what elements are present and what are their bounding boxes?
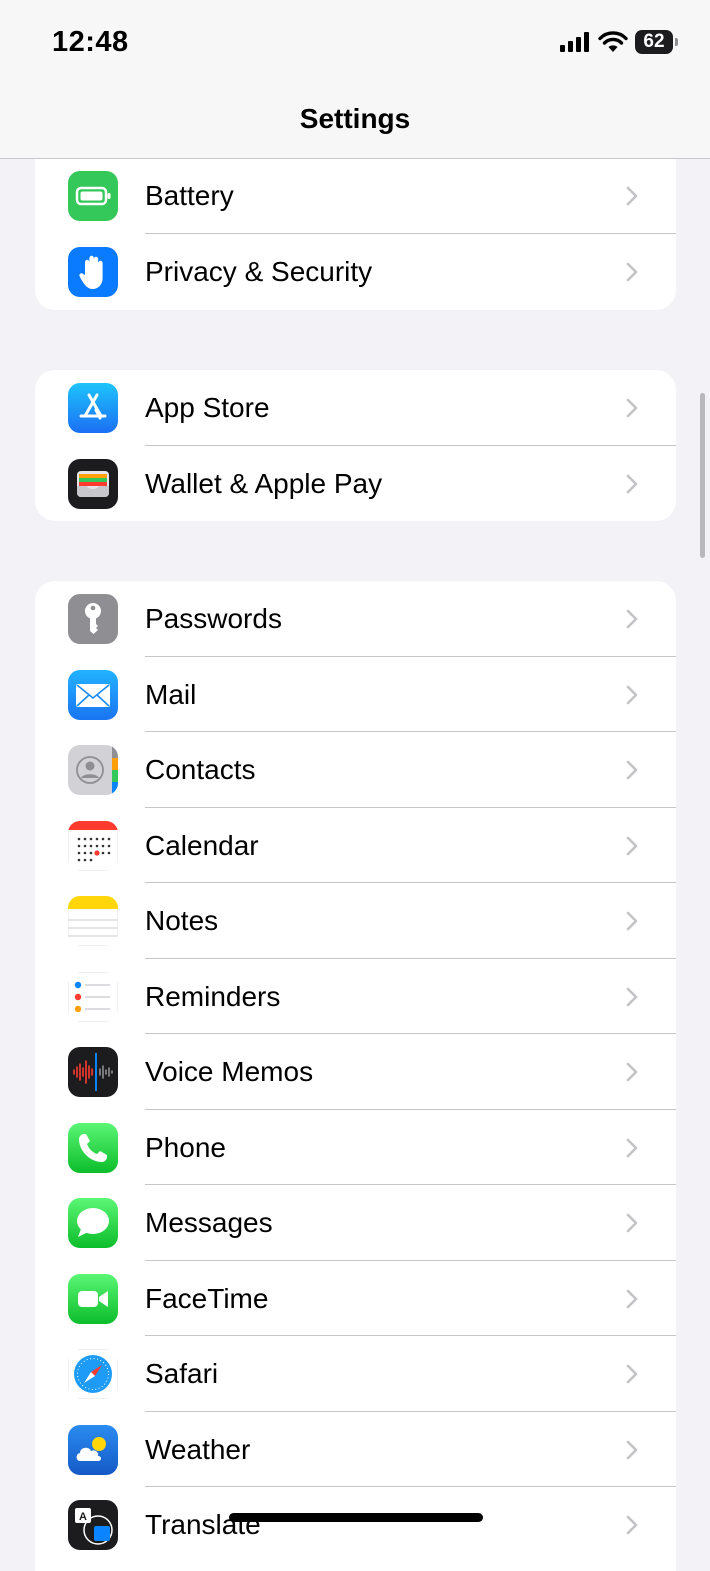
chevron-right-icon: [626, 987, 638, 1006]
key-icon: [68, 594, 118, 644]
settings-row-notes[interactable]: Notes: [35, 883, 676, 959]
chevron-right-icon: [626, 398, 638, 418]
weather-icon: [68, 1424, 118, 1475]
phone-icon: [68, 1122, 118, 1173]
status-time: 12:48: [52, 26, 129, 58]
svg-text:A: A: [79, 1511, 87, 1523]
chevron-right-icon: [626, 1289, 638, 1308]
chevron-right-icon: [626, 1440, 638, 1459]
reminders-icon: [68, 971, 118, 1022]
settings-row-phone[interactable]: Phone: [35, 1110, 676, 1185]
messages-icon: [68, 1198, 118, 1248]
chevron-right-icon: [626, 1213, 638, 1233]
settings-row-messages[interactable]: Messages: [35, 1185, 676, 1261]
settings-row-facetime[interactable]: FaceTime: [35, 1261, 676, 1336]
chevron-right-icon: [626, 609, 638, 629]
chevron-right-icon: [626, 1364, 638, 1384]
mail-icon: [68, 669, 118, 720]
scroll-indicator[interactable]: [700, 393, 705, 558]
settings-row-voice-memos[interactable]: Voice Memos: [35, 1034, 676, 1110]
wallet-icon: [68, 458, 118, 509]
top-bar: 12:48 62 Settings: [0, 0, 710, 159]
settings-row-label: Phone: [145, 1131, 226, 1163]
settings-row-label: App Store: [145, 392, 270, 423]
calendar-icon: [68, 820, 118, 871]
chevron-right-icon: [626, 911, 638, 931]
settings-row-reminders[interactable]: Reminders: [35, 959, 676, 1034]
settings-row-contacts[interactable]: Contacts: [35, 732, 676, 808]
settings-row-label: Weather: [145, 1433, 251, 1465]
chevron-right-icon: [626, 1062, 638, 1082]
chevron-right-icon: [626, 760, 638, 780]
battery-level: 62: [635, 30, 673, 54]
settings-row-wallet[interactable]: Wallet & Apple Pay: [35, 446, 676, 522]
translate-icon: A: [68, 1500, 118, 1550]
settings-row-label: Calendar: [145, 829, 259, 861]
settings-row-translate[interactable]: A Translate: [35, 1487, 676, 1563]
settings-row-label: Passwords: [145, 603, 282, 634]
notes-icon: [68, 896, 118, 946]
settings-row-label: Wallet & Apple Pay: [145, 467, 383, 499]
settings-row-mail[interactable]: Mail: [35, 657, 676, 732]
settings-row-safari[interactable]: Safari: [35, 1336, 676, 1412]
settings-row-app-store[interactable]: App Store: [35, 370, 676, 446]
chevron-right-icon: [626, 1515, 638, 1535]
settings-row-label: Messages: [145, 1207, 273, 1238]
safari-icon: [68, 1349, 118, 1399]
settings-row-calendar[interactable]: Calendar: [35, 808, 676, 883]
chevron-right-icon: [626, 186, 638, 206]
cellular-signal-icon: [560, 32, 589, 52]
chevron-right-icon: [626, 1138, 638, 1157]
settings-row-label: Mail: [145, 678, 197, 710]
page-title: Settings: [299, 103, 411, 134]
voice-memos-icon: [68, 1047, 118, 1097]
settings-row-label: Notes: [145, 905, 219, 936]
settings-row-label: Privacy & Security: [145, 255, 373, 287]
contacts-icon: [68, 745, 118, 795]
battery-icon: [68, 171, 118, 221]
settings-row-label: Battery: [145, 180, 234, 211]
chevron-right-icon: [626, 685, 638, 704]
chevron-right-icon: [626, 474, 638, 493]
settings-row-label: Contacts: [145, 754, 256, 785]
battery-status-icon: 62: [635, 30, 679, 54]
settings-row-battery[interactable]: Battery: [35, 158, 676, 234]
settings-row-weather[interactable]: Weather: [35, 1412, 676, 1487]
home-indicator[interactable]: [229, 1513, 483, 1522]
hand-icon: [68, 246, 118, 297]
chevron-right-icon: [626, 262, 638, 281]
settings-group-store: App Store Wallet & Apple Pay: [35, 370, 676, 521]
settings-row-label: Reminders: [145, 980, 281, 1012]
settings-group-device: Battery Privacy & Security: [35, 158, 676, 310]
settings-row-passwords[interactable]: Passwords: [35, 581, 676, 657]
settings-row-label: Safari: [145, 1358, 219, 1389]
wifi-icon: [598, 31, 628, 52]
settings-row-label: FaceTime: [145, 1282, 269, 1314]
app-store-icon: [68, 383, 118, 433]
facetime-icon: [68, 1273, 118, 1324]
settings-row-label: Voice Memos: [145, 1056, 314, 1087]
settings-group-apps: Passwords Mail Contacts Calendar Notes R…: [35, 581, 676, 1571]
chevron-right-icon: [626, 836, 638, 855]
settings-row-privacy-security[interactable]: Privacy & Security: [35, 234, 676, 310]
